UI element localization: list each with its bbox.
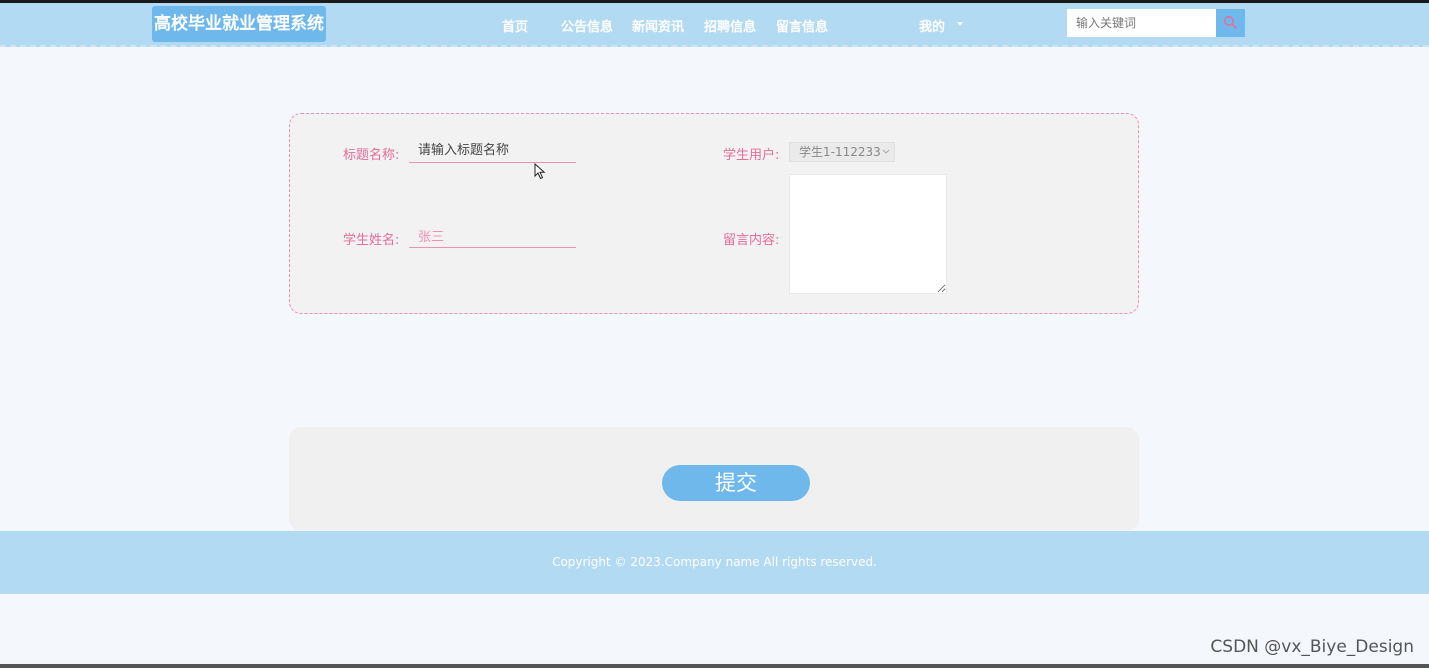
title-label: 标题名称: (343, 148, 400, 163)
site-header: 高校毕业就业管理系统 首页 公告信息 新闻资讯 招聘信息 留言信息 我的 (0, 3, 1429, 47)
search-icon (1224, 16, 1237, 29)
search-button[interactable] (1216, 9, 1245, 37)
watermark: CSDN @vx_Biye_Design (1210, 637, 1414, 657)
window-bottom-edge (0, 664, 1429, 668)
mouse-cursor-icon (534, 163, 546, 180)
nav-item-announcements[interactable]: 公告信息 (561, 16, 613, 35)
nav-item-news[interactable]: 新闻资讯 (632, 16, 684, 35)
nav-item-jobs[interactable]: 招聘信息 (704, 16, 756, 35)
student-user-value: 学生1-112233 (799, 145, 881, 159)
nav-item-home[interactable]: 首页 (502, 16, 528, 35)
submit-button[interactable]: 提交 (662, 465, 810, 501)
copyright-text: Copyright © 2023.Company name All rights… (552, 555, 877, 569)
student-user-select[interactable]: 学生1-112233 (789, 142, 895, 162)
chevron-down-icon (882, 149, 890, 154)
site-footer: Copyright © 2023.Company name All rights… (0, 531, 1429, 594)
student-name-input[interactable] (409, 224, 576, 248)
student-user-label: 学生用户: (723, 148, 780, 163)
title-input[interactable] (409, 139, 576, 163)
submit-panel: 提交 (289, 427, 1139, 531)
user-menu[interactable]: 我的 (919, 16, 945, 35)
message-form: 标题名称: 学生用户: 学生1-112233 学生姓名: 留言内容: (289, 113, 1139, 314)
caret-down-icon (957, 22, 963, 26)
student-name-label: 学生姓名: (343, 233, 400, 248)
content-textarea[interactable] (789, 174, 947, 294)
site-logo[interactable]: 高校毕业就业管理系统 (152, 6, 326, 42)
nav-item-messages[interactable]: 留言信息 (776, 16, 828, 35)
content-label: 留言内容: (723, 233, 780, 248)
search-input[interactable] (1067, 9, 1216, 37)
